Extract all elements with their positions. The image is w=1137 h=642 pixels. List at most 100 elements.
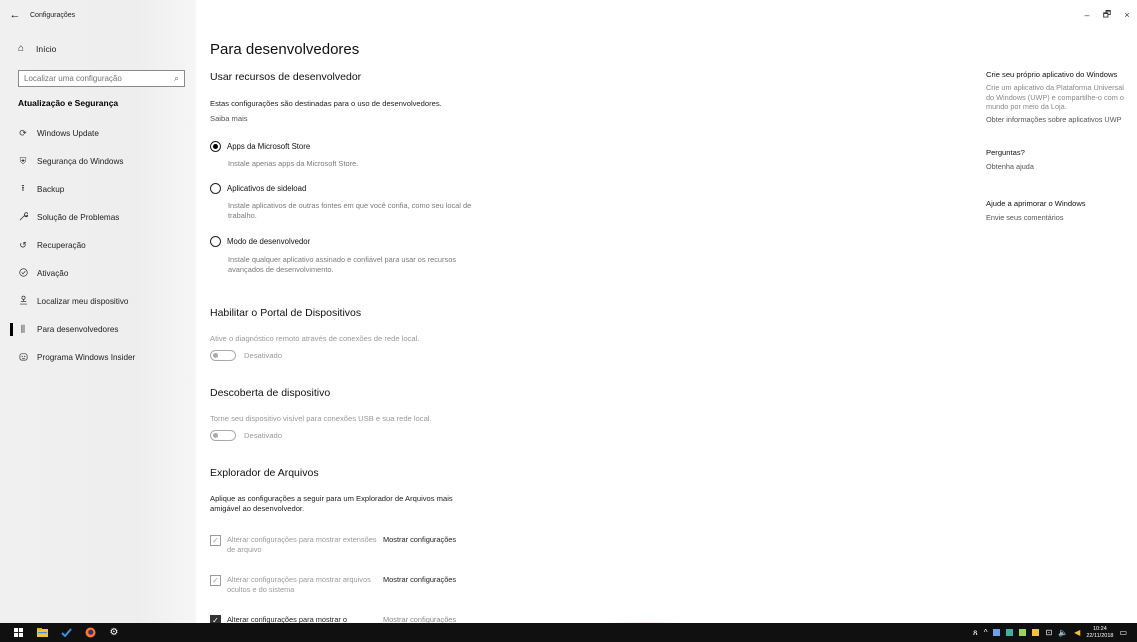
system-tray: ጸ ^ ⊡ 🔈 ◀ 10:24 22/11/2018 ▭ [973,623,1137,642]
start-windows-icon[interactable] [6,623,30,642]
developer-sliders-icon: ⫼ [20,323,26,334]
clock-date: 22/11/2018 [1086,632,1114,639]
minimize-icon[interactable]: – [1077,0,1097,30]
sidebar-item-windows-security[interactable]: ⛨ Segurança do Windows [0,147,196,175]
checkbox-checked[interactable]: ✓ [210,575,221,586]
speaker-alert-icon[interactable]: ◀ [1074,628,1080,637]
radio-description: Instale qualquer aplicativo assinado e c… [228,255,457,274]
main-content: Para desenvolvedores Usar recursos de de… [196,0,966,626]
tray-app-icon[interactable] [1032,629,1040,636]
sidebar-item-label: Programa Windows Insider [37,352,136,362]
search-icon[interactable]: ⌕ [174,73,179,84]
person-location-icon [18,295,28,307]
radio-label: Aplicativos de sideload [227,184,307,193]
sidebar-item-backup[interactable]: ⭱ Backup [0,175,196,203]
radio-button[interactable] [210,236,221,247]
radio-button[interactable] [210,183,221,194]
device-discovery-toggle[interactable] [210,430,236,441]
show-settings-link[interactable]: Mostrar configurações [383,575,456,584]
checkbox-hidden-files[interactable]: ✓ Alterar configurações para mostrar arq… [210,575,456,595]
checkbox-label: Alterar configurações para mostrar arqui… [227,575,371,594]
home-label: Início [36,43,57,54]
search-input[interactable] [24,74,174,83]
sidebar: ← Configurações ⌂ Início ⌕ Atualização e… [0,0,196,623]
todo-check-icon[interactable] [54,623,78,642]
refresh-icon: ⟳ [19,127,27,138]
sidebar-item-activation[interactable]: Ativação [0,259,196,287]
firefox-icon[interactable] [78,623,102,642]
tray-app-icon[interactable] [1006,629,1014,636]
radio-button-selected[interactable] [210,141,221,152]
sidebar-item-label: Para desenvolvedores [37,324,119,334]
related-panel: Crie seu próprio aplicativo do Windows C… [986,70,1131,222]
sidebar-item-label: Ativação [37,268,69,278]
volume-icon[interactable]: 🔈 [1058,628,1068,637]
sidebar-item-label: Windows Update [37,128,99,138]
dev-features-description: Estas configurações são destinadas para … [210,99,442,108]
file-explorer-description: Aplique as configurações a seguir para u… [210,494,453,513]
back-arrow-icon[interactable]: ← [0,0,30,30]
home-link[interactable]: ⌂ Início [18,43,56,54]
recovery-icon: ↺ [19,239,27,250]
radio-sideload[interactable]: Aplicativos de sideload [210,183,306,194]
title-bar: ← Configurações [0,0,196,30]
device-portal-toggle[interactable] [210,350,236,361]
create-app-description: Crie um aplicativo da Plataforma Univers… [986,83,1124,111]
app-title: Configurações [30,11,76,19]
sidebar-item-label: Localizar meu dispositivo [37,296,129,306]
sidebar-item-developers[interactable]: ⫼ Para desenvolvedores [0,315,196,343]
checkbox-checked[interactable]: ✓ [210,535,221,546]
radio-description: Instale aplicativos de outras fontes em … [228,201,472,220]
sidebar-item-troubleshoot[interactable]: Solução de Problemas [0,203,196,231]
sidebar-item-recovery[interactable]: ↺ Recuperação [0,231,196,259]
device-portal-description: Ative o diagnóstico remoto através de co… [210,334,420,343]
clock[interactable]: 10:24 22/11/2018 [1086,626,1113,640]
home-icon: ⌂ [18,43,25,54]
file-explorer-icon[interactable] [30,623,54,642]
tray-app-icon[interactable] [1019,629,1027,636]
restore-icon[interactable]: 🗗 [1097,0,1117,30]
device-portal-heading: Habilitar o Portal de Dispositivos [210,307,362,319]
settings-gear-icon[interactable]: ⚙ [102,623,126,642]
sidebar-item-find-device[interactable]: Localizar meu dispositivo [0,287,196,315]
page-title: Para desenvolvedores [210,41,360,58]
checkbox-file-extensions[interactable]: ✓ Alterar configurações para mostrar ext… [210,535,456,555]
tray-app-icon[interactable] [993,629,1001,636]
sidebar-item-label: Segurança do Windows [37,156,124,166]
toggle-state-label: Desativado [244,431,282,440]
taskbar: ⚙ ጸ ^ ⊡ 🔈 ◀ 10:24 22/11/2018 ▭ [0,623,1137,642]
uwp-info-link[interactable]: Obter informações sobre aplicativos UWP [986,115,1131,125]
chevron-up-icon[interactable]: ^ [984,628,988,637]
people-icon[interactable]: ጸ [973,628,978,638]
shield-icon: ⛨ [19,155,27,166]
check-circle-icon [18,267,28,279]
backup-arrow-icon: ⭱ [21,183,25,193]
device-discovery-description: Torne seu dispositivo visível para conex… [210,414,432,423]
sidebar-nav: ⟳ Windows Update ⛨ Segurança do Windows … [0,119,196,371]
device-discovery-toggle-row: Desativado [210,430,282,441]
toggle-state-label: Desativado [244,351,282,360]
learn-more-link[interactable]: Saiba mais [210,114,248,124]
improve-windows-title: Ajude a aprimorar o Windows [986,198,1086,208]
network-icon[interactable]: ⊡ [1045,628,1052,637]
close-icon[interactable]: × [1117,0,1137,30]
send-feedback-link[interactable]: Envie seus comentários [986,213,1131,223]
wrench-icon [18,211,28,223]
search-box[interactable]: ⌕ [18,70,185,87]
sidebar-item-windows-update[interactable]: ⟳ Windows Update [0,119,196,147]
clock-time: 10:24 [1092,625,1107,632]
device-portal-toggle-row: Desativado [210,350,282,361]
notifications-icon[interactable]: ▭ [1119,628,1127,637]
get-help-link[interactable]: Obtenha ajuda [986,162,1131,172]
sidebar-section-title: Atualização e Segurança [18,98,119,108]
radio-store-apps[interactable]: Apps da Microsoft Store [210,141,310,152]
radio-developer-mode[interactable]: Modo de desenvolvedor [210,236,310,247]
sidebar-item-label: Recuperação [37,240,86,250]
show-settings-link[interactable]: Mostrar configurações [383,535,456,544]
sidebar-item-label: Backup [37,184,65,194]
sidebar-item-insider[interactable]: Programa Windows Insider [0,343,196,371]
dev-features-heading: Usar recursos de desenvolvedor [210,71,362,83]
window-controls: – 🗗 × [1077,0,1137,30]
checkbox-label: Alterar configurações para mostrar exten… [227,535,377,554]
sidebar-item-label: Solução de Problemas [37,212,120,222]
